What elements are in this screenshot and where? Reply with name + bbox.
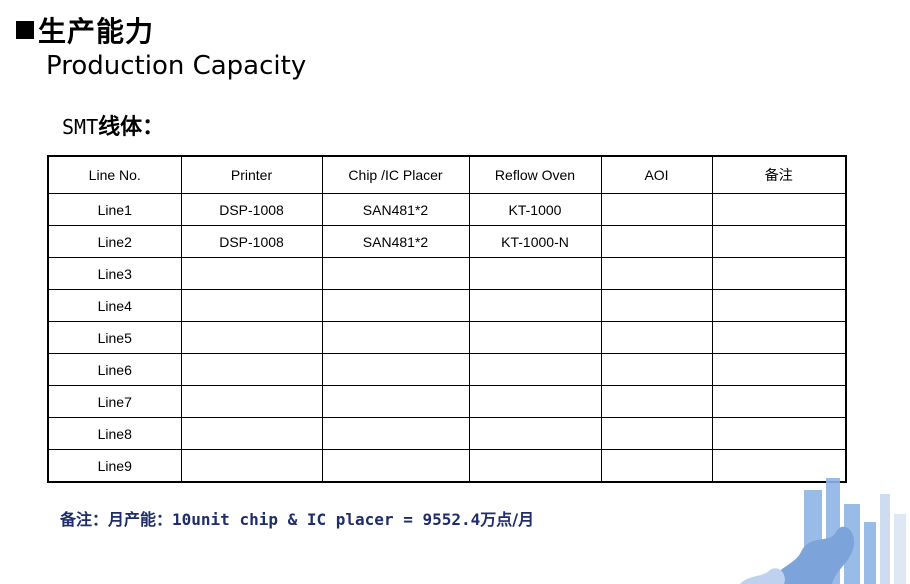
table-cell <box>180 289 323 322</box>
table-cell <box>711 225 847 258</box>
table-cell <box>180 385 323 418</box>
footer-unit: 万点/月 <box>480 510 535 529</box>
line-number-cell: Line5 <box>47 321 182 354</box>
table-body: Line1 DSP-1008 SAN481*2 KT-1000 Line2 DSP-100… <box>47 193 847 483</box>
table-row: Line8 <box>47 417 847 450</box>
title-cn-text: 生产能力 <box>38 15 155 48</box>
table-cell <box>321 289 470 322</box>
table-cell <box>180 257 323 290</box>
table-cell <box>711 257 847 290</box>
line-number-cell: Line7 <box>47 385 182 418</box>
table-cell <box>711 321 847 354</box>
table-cell <box>600 449 713 483</box>
footer-label: 备注：月产能： <box>60 510 173 529</box>
table-cell <box>468 385 602 418</box>
table-row: Line9 <box>47 449 847 483</box>
line-number-cell: Line4 <box>47 289 182 322</box>
table-header-row: Line No. Printer Chip /IC Placer Reflow Ove… <box>47 155 847 194</box>
table-cell <box>468 257 602 290</box>
line-number-cell: Line8 <box>47 417 182 450</box>
table-cell <box>321 417 470 450</box>
table-row: Line4 <box>47 289 847 322</box>
capacity-table: Line No. Printer Chip /IC Placer Reflow Ove… <box>47 155 847 483</box>
section-label: 线体： <box>98 115 165 140</box>
table-cell: DSP-1008 <box>180 193 323 226</box>
table-cell <box>321 449 470 483</box>
column-header: 备注 <box>711 155 847 194</box>
table-cell <box>468 321 602 354</box>
line-number-cell: Line9 <box>47 449 182 483</box>
table-row: Line1 DSP-1008 SAN481*2 KT-1000 <box>47 193 847 226</box>
city-skyline-decoration <box>740 478 906 584</box>
column-header: Chip /IC Placer <box>321 155 470 194</box>
table-cell <box>321 321 470 354</box>
table-cell: DSP-1008 <box>180 225 323 258</box>
table-cell <box>711 193 847 226</box>
table-cell <box>600 193 713 226</box>
column-header: Reflow Oven <box>468 155 602 194</box>
column-header: AOI <box>600 155 713 194</box>
table-cell <box>711 385 847 418</box>
table-cell <box>711 289 847 322</box>
table-cell <box>600 289 713 322</box>
footer-formula: 10unit chip & IC placer = 9552.4 <box>172 510 481 529</box>
table-cell <box>468 353 602 386</box>
table-cell <box>180 417 323 450</box>
table-cell: KT-1000-N <box>468 225 602 258</box>
section-heading: SMT线体： <box>62 112 164 143</box>
table-cell <box>711 417 847 450</box>
section-prefix: SMT <box>62 115 99 139</box>
table-cell <box>180 449 323 483</box>
table-cell <box>468 417 602 450</box>
table-cell <box>321 257 470 290</box>
column-header: Printer <box>180 155 323 194</box>
table-cell <box>180 321 323 354</box>
table-cell: SAN481*2 <box>321 193 470 226</box>
table-row: Line2 DSP-1008 SAN481*2 KT-1000-N <box>47 225 847 258</box>
table-cell <box>600 385 713 418</box>
line-number-cell: Line3 <box>47 257 182 290</box>
table-cell: SAN481*2 <box>321 225 470 258</box>
table-cell <box>600 321 713 354</box>
table-cell <box>600 353 713 386</box>
page-title-cn: 生产能力 <box>16 14 154 50</box>
page-title-en: Production Capacity <box>46 51 307 81</box>
table-cell <box>711 353 847 386</box>
table-cell <box>180 353 323 386</box>
table-cell <box>321 385 470 418</box>
table-cell <box>468 449 602 483</box>
column-header: Line No. <box>47 155 182 194</box>
line-number-cell: Line1 <box>47 193 182 226</box>
square-bullet-icon <box>16 21 34 39</box>
table-cell <box>600 225 713 258</box>
table-cell <box>600 257 713 290</box>
table-row: Line3 <box>47 257 847 290</box>
line-number-cell: Line2 <box>47 225 182 258</box>
table-cell <box>600 417 713 450</box>
table-row: Line7 <box>47 385 847 418</box>
table-row: Line5 <box>47 321 847 354</box>
table-cell: KT-1000 <box>468 193 602 226</box>
table-cell <box>321 353 470 386</box>
footer-note: 备注：月产能：10unit chip & IC placer = 9552.4万… <box>60 508 534 533</box>
table-row: Line6 <box>47 353 847 386</box>
table-cell <box>468 289 602 322</box>
line-number-cell: Line6 <box>47 353 182 386</box>
